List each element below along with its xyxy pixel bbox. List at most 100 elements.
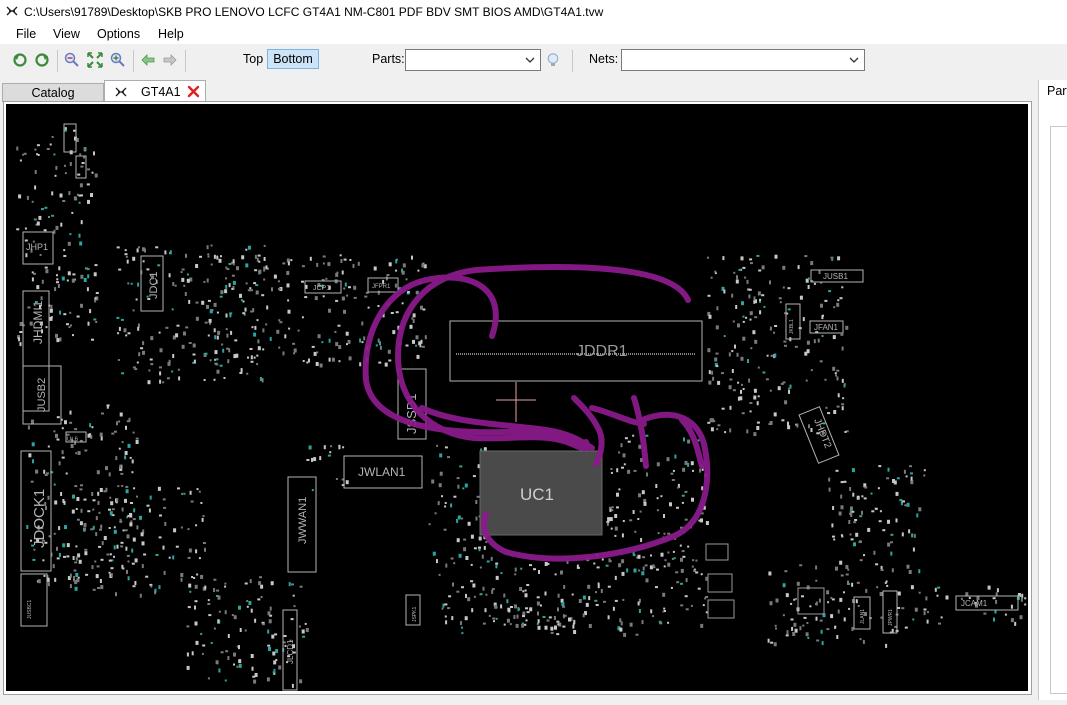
pad [918, 569, 921, 574]
pad [143, 553, 147, 556]
pad [473, 595, 476, 598]
pad [275, 659, 278, 661]
pad [195, 316, 199, 321]
pad [91, 171, 94, 174]
pad [269, 606, 272, 611]
pad [809, 605, 812, 608]
pad [620, 621, 623, 626]
pad [304, 622, 307, 625]
pad [507, 607, 511, 612]
part-list-box[interactable] [1050, 126, 1067, 694]
pad [680, 604, 684, 607]
pad [227, 656, 230, 660]
pad [250, 360, 254, 363]
pad [836, 302, 840, 307]
pad [828, 487, 831, 492]
nets-dropdown[interactable] [621, 49, 865, 71]
pad [611, 509, 614, 512]
pad [526, 611, 530, 614]
pad [782, 265, 786, 270]
pad [641, 571, 645, 576]
back-arrow-icon[interactable] [140, 52, 156, 68]
pad [95, 532, 98, 537]
pad [717, 424, 721, 427]
pad [69, 162, 72, 166]
pad [867, 527, 871, 532]
pad [769, 389, 772, 392]
pad [714, 357, 718, 362]
pad [77, 451, 81, 455]
pad [707, 294, 711, 297]
pad [766, 354, 769, 357]
pad [113, 545, 116, 550]
pad [401, 302, 404, 305]
pad [708, 380, 712, 385]
pad [887, 467, 890, 472]
pad [632, 510, 635, 514]
pad [71, 509, 75, 514]
pad [137, 326, 140, 331]
rotate-left-icon[interactable] [12, 52, 28, 68]
parts-dropdown[interactable] [405, 49, 541, 71]
toolbar-separator [133, 50, 134, 72]
rotate-right-icon[interactable] [34, 52, 50, 68]
pad [667, 532, 671, 535]
menu-view[interactable]: View [53, 27, 80, 41]
pad [220, 255, 222, 258]
pad [799, 564, 803, 567]
pad [127, 514, 130, 517]
pad [377, 290, 380, 295]
board-canvas[interactable]: JDDR1 UC1 JDOCK1 JHDMI1 JUSB2 JHP1 JDC1 … [6, 104, 1028, 691]
forward-arrow-icon[interactable] [162, 52, 178, 68]
tab-catalog[interactable]: Catalog [2, 83, 104, 102]
pad [140, 347, 144, 350]
zoom-out-icon[interactable] [64, 52, 80, 68]
pad [841, 535, 844, 538]
lightbulb-icon[interactable] [545, 52, 561, 68]
layer-bottom-button[interactable]: Bottom [267, 49, 319, 69]
close-icon[interactable] [187, 85, 200, 98]
pad [111, 508, 115, 511]
pad [779, 301, 782, 304]
pad [723, 289, 726, 294]
pad [659, 622, 663, 625]
pad [305, 628, 309, 632]
pad [27, 306, 31, 309]
pad [621, 533, 624, 538]
menu-options[interactable]: Options [97, 27, 140, 41]
menu-file[interactable]: File [16, 27, 36, 41]
pad [780, 382, 784, 385]
pad [762, 371, 766, 374]
fit-board-icon[interactable] [87, 52, 103, 68]
pad [180, 573, 184, 577]
pad [159, 371, 162, 376]
pad [244, 307, 247, 312]
pad [820, 629, 823, 634]
pad [927, 611, 929, 614]
pad [302, 360, 305, 362]
pad [768, 423, 771, 426]
pad [804, 255, 808, 258]
pad [735, 305, 738, 309]
pad [100, 436, 103, 441]
pad [561, 602, 565, 606]
pad [662, 592, 666, 597]
pad [27, 425, 30, 430]
pad [163, 506, 167, 509]
layer-top-button[interactable]: Top [243, 52, 263, 66]
tab-gt4a1[interactable]: GT4A1 [104, 80, 206, 102]
pad [361, 321, 364, 326]
pad [260, 596, 263, 598]
board-icon [115, 87, 127, 97]
zoom-in-icon[interactable] [110, 52, 126, 68]
pad [849, 487, 852, 491]
pad [761, 294, 765, 297]
pad [121, 372, 125, 375]
pad [749, 311, 753, 316]
part-panel-label: Part [1047, 84, 1067, 98]
pad [578, 599, 582, 603]
pad [311, 457, 313, 462]
pad [838, 511, 842, 516]
pad [69, 573, 72, 578]
menu-help[interactable]: Help [158, 27, 184, 41]
